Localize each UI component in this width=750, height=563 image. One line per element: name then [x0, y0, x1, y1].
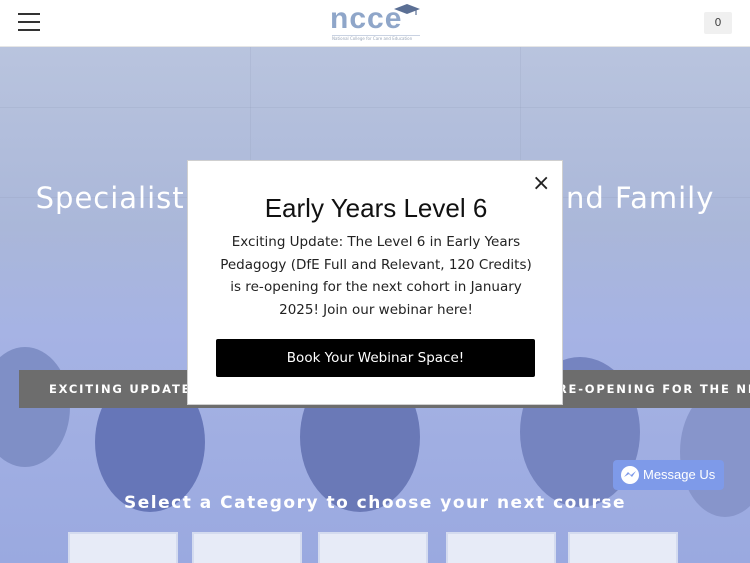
- site-logo[interactable]: ncce National College for Care and Educa…: [330, 2, 422, 44]
- graduation-cap-icon: [394, 4, 420, 15]
- category-tile[interactable]: [318, 532, 428, 563]
- category-tile[interactable]: [568, 532, 678, 563]
- wall-texture: [0, 107, 750, 108]
- popup-title: Early Years Level 6: [264, 193, 488, 223]
- site-header: ncce National College for Care and Educa…: [0, 0, 750, 47]
- messenger-icon: [621, 466, 639, 484]
- close-icon[interactable]: ×: [532, 173, 550, 195]
- webinar-popup: × Early Years Level 6 Exciting Update: T…: [187, 160, 563, 405]
- book-webinar-button[interactable]: Book Your Webinar Space!: [216, 339, 535, 377]
- logo-text: ncce: [330, 2, 403, 35]
- category-tile[interactable]: [192, 532, 302, 563]
- menu-icon[interactable]: [18, 13, 40, 33]
- category-heading: Select a Category to choose your next co…: [123, 493, 626, 513]
- popup-body: Exciting Update: The Level 6 in Early Ye…: [220, 234, 532, 318]
- cart-button[interactable]: 0: [704, 12, 732, 34]
- category-tile[interactable]: [68, 532, 178, 563]
- logo-subtitle: National College for Care and Education: [332, 35, 420, 43]
- message-us-button[interactable]: Message Us: [613, 460, 724, 490]
- message-us-label: Message Us: [643, 467, 716, 482]
- category-tile[interactable]: [446, 532, 556, 563]
